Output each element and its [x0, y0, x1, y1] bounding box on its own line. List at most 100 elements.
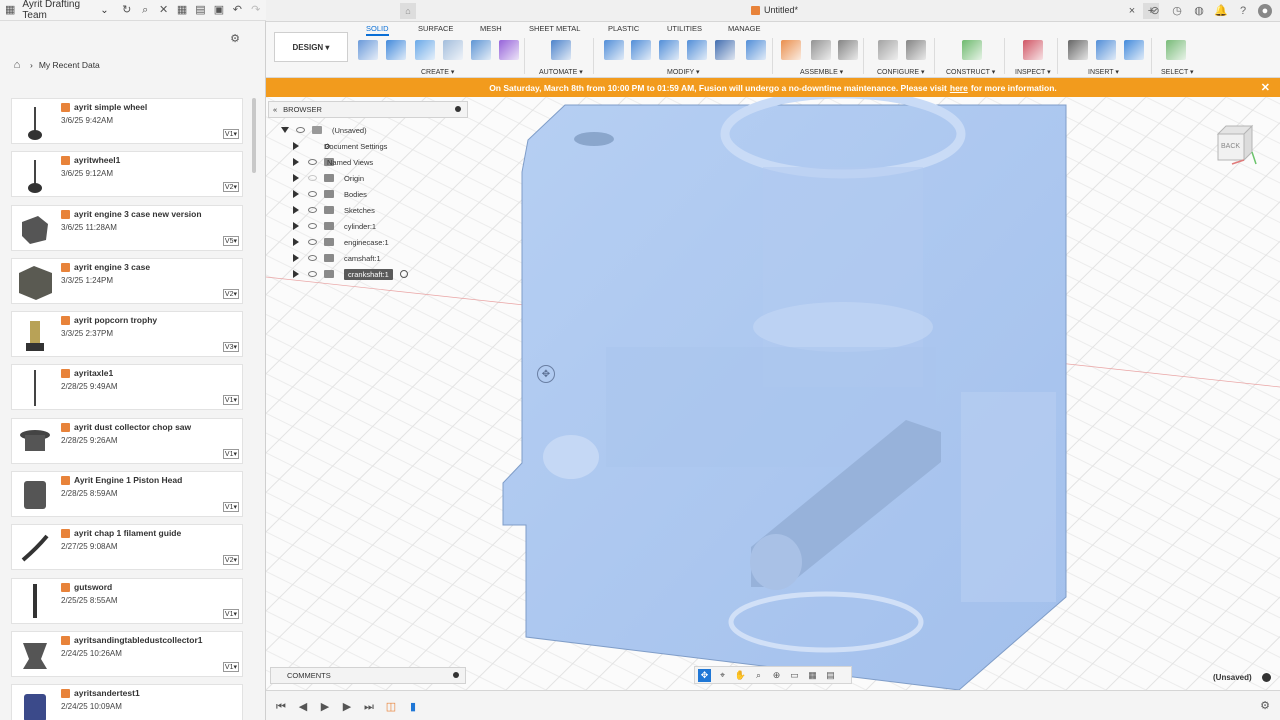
expand-icon[interactable] — [293, 238, 299, 246]
expand-icon[interactable] — [293, 206, 299, 214]
ribbon-tool-icon[interactable] — [811, 40, 831, 60]
globe-icon[interactable]: ◍ — [1192, 4, 1206, 18]
extensions-icon[interactable]: ⊘ — [1148, 4, 1162, 18]
grid-settings-icon[interactable]: ▦ — [806, 669, 819, 682]
ribbon-tab-mesh[interactable]: MESH — [480, 24, 502, 33]
expand-icon[interactable] — [293, 270, 299, 278]
ribbon-tab-surface[interactable]: SURFACE — [418, 24, 453, 33]
eye-icon[interactable] — [308, 159, 317, 165]
version-dropdown[interactable]: V1▾ — [222, 608, 239, 619]
step-back-icon[interactable]: ◀ — [296, 700, 310, 714]
ribbon-group-assemble[interactable]: ASSEMBLE ▾ — [800, 68, 843, 76]
ribbon-group-create[interactable]: CREATE ▾ — [421, 68, 454, 76]
expand-icon[interactable] — [281, 127, 289, 133]
pan-icon[interactable]: ✋ — [734, 669, 747, 682]
eye-icon[interactable] — [308, 175, 317, 181]
version-dropdown[interactable]: V1▾ — [222, 448, 239, 459]
viewports-icon[interactable]: ▤ — [824, 669, 837, 682]
ribbon-tool-icon[interactable] — [1166, 40, 1186, 60]
ribbon-tool-icon[interactable] — [878, 40, 898, 60]
search-icon[interactable]: ⌕ — [139, 3, 151, 17]
document-tab[interactable]: Untitled* — [751, 5, 798, 15]
version-dropdown[interactable]: V2▾ — [222, 555, 239, 566]
eye-icon[interactable] — [308, 271, 317, 277]
app-grid-icon[interactable]: ▦ — [176, 3, 188, 17]
home-icon[interactable]: ⌂ — [10, 58, 24, 72]
timeline-feature-icon[interactable]: ◫ — [384, 700, 398, 714]
ribbon-tool-icon[interactable] — [781, 40, 801, 60]
file-item[interactable]: ayritwheel1 3/6/25 9:12AM V2▾ — [11, 151, 243, 198]
display-settings-icon[interactable]: ▭ — [788, 669, 801, 682]
orbit-icon[interactable]: ✥ — [698, 668, 711, 682]
expand-icon[interactable] — [293, 254, 299, 262]
expand-icon[interactable] — [293, 158, 299, 166]
file-item[interactable]: ayrit popcorn trophy 3/3/25 2:37PM V3▾ — [11, 311, 243, 358]
file-item[interactable]: ayrit engine 3 case new version 3/6/25 11… — [11, 204, 243, 251]
expand-icon[interactable] — [293, 222, 299, 230]
file-item[interactable]: ayritsandertest1 2/24/25 10:09AM — [11, 684, 243, 720]
ribbon-group-modify[interactable]: MODIFY ▾ — [667, 68, 700, 76]
ribbon-group-configure[interactable]: CONFIGURE ▾ — [877, 68, 924, 76]
view-cube[interactable]: BACK — [1214, 122, 1258, 166]
zoom-icon[interactable]: ⌕ — [752, 669, 765, 682]
ribbon-tool-icon[interactable] — [1068, 40, 1088, 60]
ribbon-tool-icon[interactable] — [838, 40, 858, 60]
version-dropdown[interactable]: V1▾ — [222, 395, 239, 406]
ribbon-tool-icon[interactable] — [551, 40, 571, 60]
version-dropdown[interactable]: V5▾ — [222, 235, 239, 246]
version-dropdown[interactable]: V1▾ — [222, 502, 239, 513]
version-dropdown[interactable]: V3▾ — [222, 342, 239, 353]
look-at-icon[interactable]: ⌖ — [716, 669, 729, 682]
save-icon[interactable]: ▣ — [213, 3, 225, 17]
version-dropdown[interactable]: V2▾ — [222, 182, 239, 193]
file-item[interactable]: ayritsandingtabledustcollector1 2/24/25 1… — [11, 630, 243, 677]
file-menu-icon[interactable]: ▤ — [194, 3, 206, 17]
ribbon-tab-utilities[interactable]: UTILITIES — [667, 24, 702, 33]
bell-icon[interactable]: 🔔 — [1214, 4, 1228, 18]
timeline-marker-icon[interactable]: ▮ — [406, 700, 420, 714]
scrollbar[interactable] — [252, 98, 256, 173]
undo-icon[interactable]: ↶ — [231, 3, 243, 17]
clock-icon[interactable]: ◷ — [1170, 4, 1184, 18]
ribbon-tool-icon[interactable] — [746, 40, 766, 60]
step-forward-icon[interactable]: ▶ — [340, 700, 354, 714]
ribbon-tool-icon[interactable] — [443, 40, 463, 60]
browser-panel-header[interactable]: « BROWSER — [268, 101, 468, 118]
file-item[interactable]: ayrit dust collector chop saw 2/28/25 9:2… — [11, 417, 243, 464]
version-dropdown[interactable]: V1▾ — [222, 129, 239, 139]
refresh-icon[interactable]: ↻ — [121, 3, 133, 17]
breadcrumb[interactable]: ⌂ › My Recent Data — [10, 58, 100, 72]
eye-icon[interactable] — [308, 207, 317, 213]
ribbon-group-insert[interactable]: INSERT ▾ — [1088, 68, 1119, 76]
eye-icon[interactable] — [296, 127, 305, 133]
file-item[interactable]: ayrit simple wheel 3/6/25 9:42AM V1▾ — [11, 98, 243, 144]
gear-icon[interactable]: ⚙ — [228, 32, 242, 46]
eye-icon[interactable] — [308, 223, 317, 229]
gear-icon[interactable]: ⚙ — [1258, 699, 1272, 713]
ribbon-group-automate[interactable]: AUTOMATE ▾ — [539, 68, 583, 76]
ribbon-tool-icon[interactable] — [358, 40, 378, 60]
close-icon[interactable]: ✕ — [1261, 81, 1270, 94]
ribbon-tab-manage[interactable]: MANAGE — [728, 24, 761, 33]
ribbon-tool-icon[interactable] — [631, 40, 651, 60]
go-to-start-icon[interactable]: ⏮ — [274, 700, 288, 714]
ribbon-tool-icon[interactable] — [906, 40, 926, 60]
file-item[interactable]: ayrit engine 3 case 3/3/25 1:24PM V2▾ — [11, 257, 243, 304]
version-dropdown[interactable]: V2▾ — [222, 288, 239, 299]
play-icon[interactable]: ▶ — [318, 700, 332, 714]
ribbon-tool-icon[interactable] — [386, 40, 406, 60]
ribbon-tool-icon[interactable] — [659, 40, 679, 60]
ribbon-tool-icon[interactable] — [499, 40, 519, 60]
ribbon-group-construct[interactable]: CONSTRUCT ▾ — [946, 68, 995, 76]
ribbon-tool-icon[interactable] — [1096, 40, 1116, 60]
ribbon-tool-icon[interactable] — [715, 40, 735, 60]
ribbon-tool-icon[interactable] — [962, 40, 982, 60]
eye-icon[interactable] — [308, 255, 317, 261]
pin-icon[interactable] — [453, 672, 459, 678]
version-dropdown[interactable]: V1▾ — [222, 661, 239, 672]
expand-icon[interactable] — [293, 190, 299, 198]
activate-component-icon[interactable] — [400, 270, 408, 278]
ribbon-tab-solid[interactable]: SOLID — [366, 24, 389, 36]
go-to-end-icon[interactable]: ⏭ — [362, 700, 376, 714]
engine-case-model[interactable] — [266, 97, 1280, 690]
